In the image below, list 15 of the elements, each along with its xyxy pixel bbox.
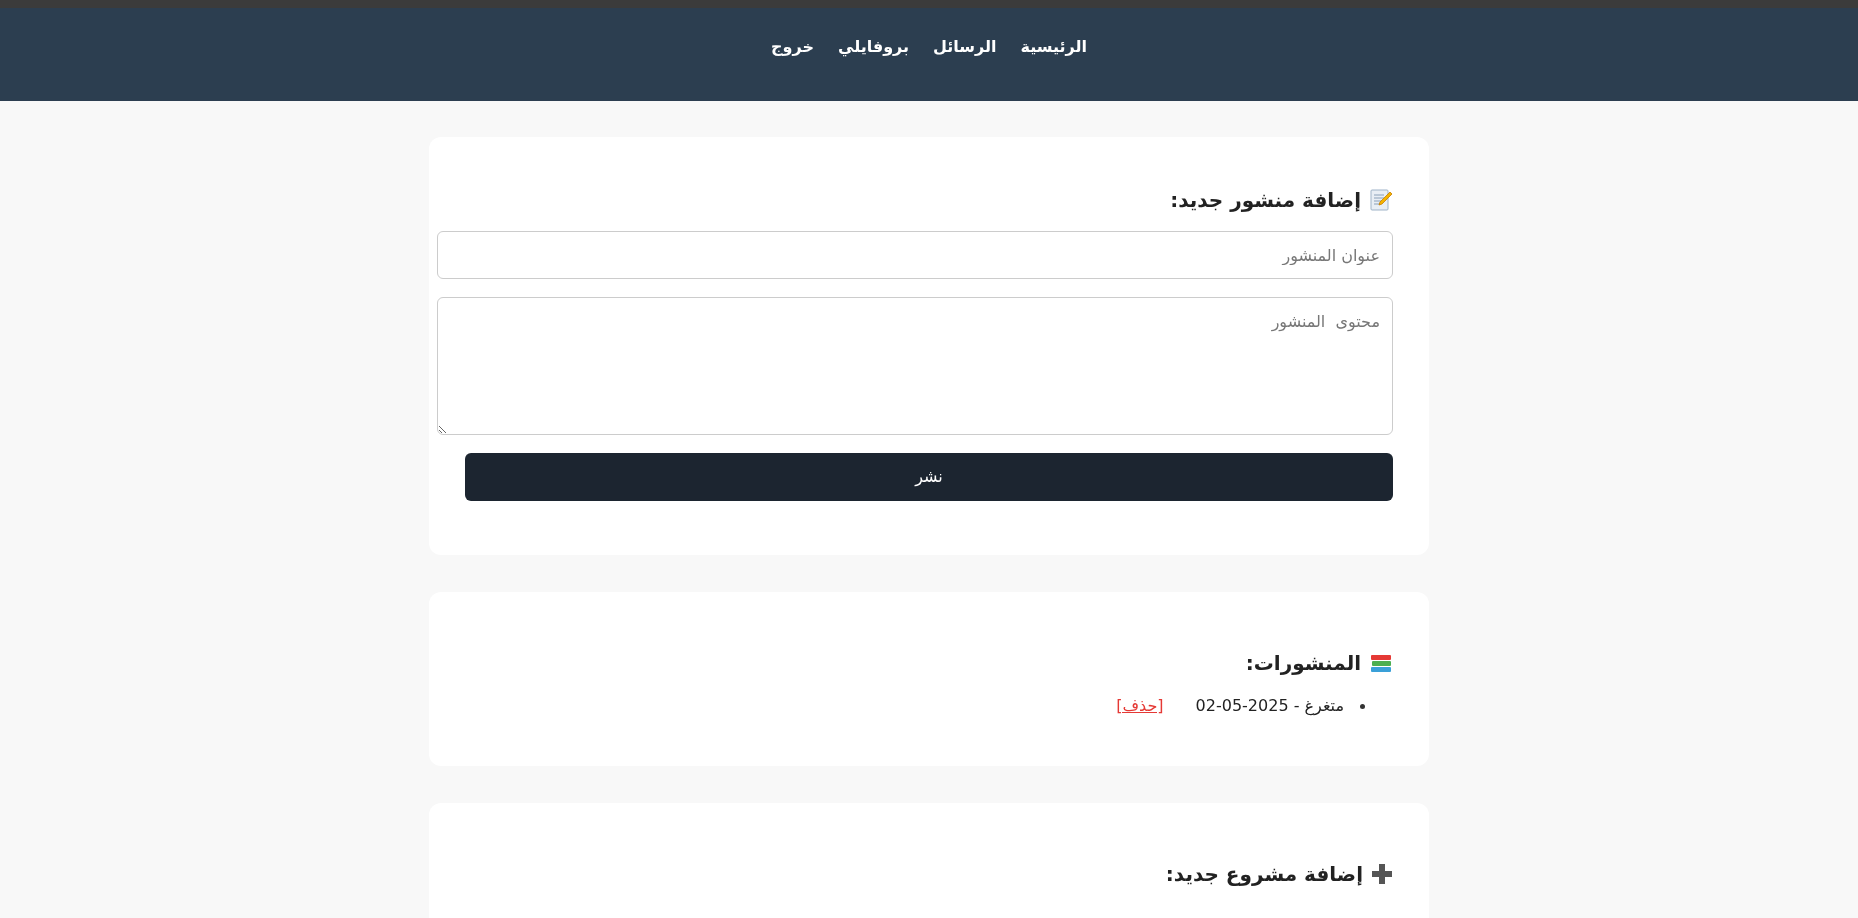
memo-icon xyxy=(1369,188,1393,212)
content-textarea[interactable]: محتوى المنشور xyxy=(437,297,1393,435)
post-entry: متغرغ - 2025-05-02 xyxy=(1195,695,1344,718)
nav-link[interactable]: الرسائل xyxy=(933,34,997,59)
nav-link[interactable]: خروج xyxy=(770,34,814,59)
bullet-icon xyxy=(1360,703,1365,709)
delete-link[interactable]: [حذف] xyxy=(1116,694,1164,718)
section-heading: المنشورات: xyxy=(1245,650,1361,677)
publish-button[interactable]: نشر xyxy=(465,453,1393,501)
title-input[interactable]: عنوان المنشور xyxy=(437,231,1393,279)
nav-link[interactable]: بروفايلي xyxy=(837,34,910,59)
section-heading: إضافة منشور جديد: xyxy=(1170,187,1361,214)
plus-icon xyxy=(1371,863,1393,885)
section-heading: إضافة مشروع جديد: xyxy=(1165,861,1363,888)
nav-link[interactable]: الرئيسية xyxy=(1020,34,1088,59)
